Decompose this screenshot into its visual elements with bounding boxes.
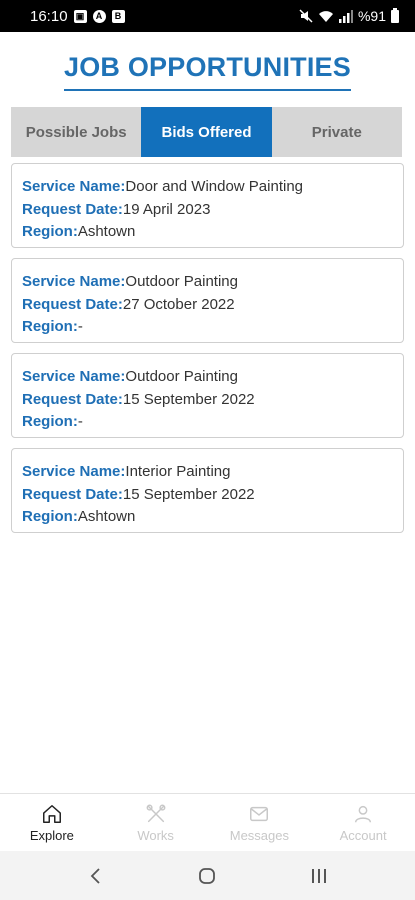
tools-icon xyxy=(146,804,166,822)
home-icon xyxy=(42,804,61,823)
request-date-value: 15 September 2022 xyxy=(122,390,255,408)
job-list: Service Name:Door and Window Painting Re… xyxy=(11,163,404,543)
region-label: Region: xyxy=(22,223,78,240)
photo-icon: ▣ xyxy=(73,9,87,23)
tab-possible-jobs[interactable]: Possible Jobs xyxy=(11,107,142,157)
region-label: Region: xyxy=(22,508,78,525)
nav-explore[interactable]: Explore xyxy=(0,794,104,851)
page-title-container: JOB OPPORTUNITIES xyxy=(0,52,415,91)
service-name-value: Outdoor Painting xyxy=(125,368,238,385)
nav-works-label: Works xyxy=(137,827,174,843)
status-bar: 16:10 ▣ A B %91 xyxy=(0,0,415,32)
region-label: Region: xyxy=(22,413,78,430)
job-card[interactable]: Service Name:Outdoor Painting Request Da… xyxy=(11,353,404,438)
signal-icon xyxy=(338,9,353,23)
home-button[interactable] xyxy=(187,856,227,896)
job-card[interactable]: Service Name:Interior Painting Request D… xyxy=(11,448,404,533)
b-icon: B xyxy=(111,9,125,23)
region-value: Ashtown xyxy=(77,508,136,525)
mute-icon xyxy=(299,9,313,23)
bottom-nav: Explore Works Messages Account xyxy=(0,793,415,851)
job-card[interactable]: Service Name:Door and Window Painting Re… xyxy=(11,163,404,248)
status-time: 16:10 xyxy=(30,7,68,25)
recents-button[interactable] xyxy=(299,856,339,896)
nav-messages[interactable]: Messages xyxy=(208,794,312,851)
back-icon xyxy=(90,867,100,884)
request-date-label: Request Date: xyxy=(22,200,123,218)
nav-account-label: Account xyxy=(339,827,387,843)
service-name-label: Service Name: xyxy=(22,368,126,385)
nav-explore-label: Explore xyxy=(29,827,74,843)
region-value: - xyxy=(77,318,83,335)
nav-account[interactable]: Account xyxy=(311,794,415,851)
tab-bids-offered[interactable]: Bids Offered xyxy=(141,107,272,157)
nav-messages-label: Messages xyxy=(229,827,289,843)
mail-icon xyxy=(250,806,269,821)
region-value: Ashtown xyxy=(77,223,136,240)
battery-percent: %91 xyxy=(357,8,386,24)
user-icon xyxy=(355,805,372,822)
tab-private[interactable]: Private xyxy=(271,107,402,157)
request-date-value: 19 April 2023 xyxy=(122,200,211,218)
service-name-value: Door and Window Painting xyxy=(125,178,304,195)
service-name-label: Service Name: xyxy=(22,178,126,195)
system-nav-bar xyxy=(0,851,415,900)
back-button[interactable] xyxy=(76,856,116,896)
service-name-label: Service Name: xyxy=(22,463,126,480)
a-icon: A xyxy=(92,9,106,23)
job-card[interactable]: Service Name:Outdoor Painting Request Da… xyxy=(11,258,404,343)
page-title: JOB OPPORTUNITIES xyxy=(64,52,351,91)
region-value: - xyxy=(77,413,83,430)
request-date-label: Request Date: xyxy=(22,295,123,313)
battery-icon xyxy=(391,7,399,23)
service-name-value: Outdoor Painting xyxy=(125,273,238,290)
tab-bar: Possible Jobs Bids Offered Private xyxy=(11,107,402,157)
request-date-label: Request Date: xyxy=(22,390,123,408)
request-date-label: Request Date: xyxy=(22,485,123,503)
request-date-value: 15 September 2022 xyxy=(122,485,255,503)
service-name-label: Service Name: xyxy=(22,273,126,290)
wifi-icon xyxy=(318,10,333,22)
service-name-value: Interior Painting xyxy=(125,463,231,480)
nav-works[interactable]: Works xyxy=(104,794,208,851)
home-circle-icon xyxy=(199,867,216,884)
region-label: Region: xyxy=(22,318,78,335)
request-date-value: 27 October 2022 xyxy=(122,295,235,313)
recents-icon xyxy=(312,868,327,883)
